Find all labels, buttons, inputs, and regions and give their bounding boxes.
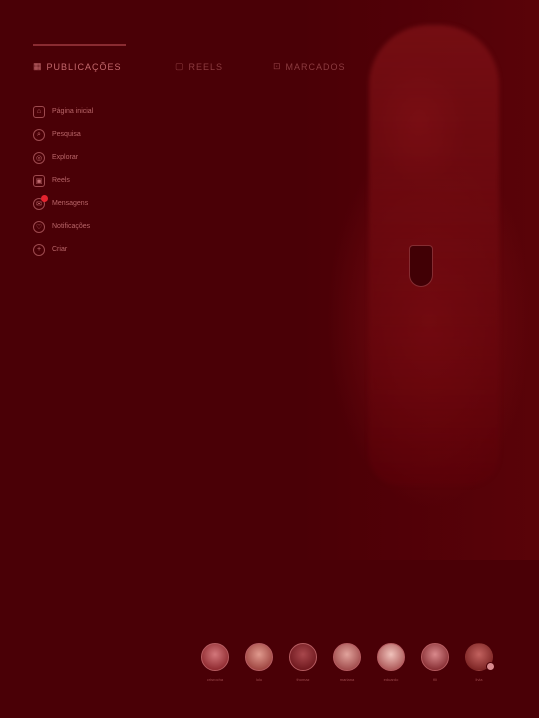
profile-photo: [299, 0, 539, 560]
menu-item-label: Reels: [52, 177, 70, 184]
story-item[interactable]: mariana: [330, 643, 364, 693]
menu-item-search[interactable]: ⌕ Pesquisa: [33, 123, 93, 146]
menu-item-label: Página inicial: [52, 108, 94, 115]
story-name: fili: [433, 677, 437, 682]
tab-publicacoes[interactable]: ▦ PUBLICAÇÕES: [33, 61, 122, 72]
story-name: thomaz: [296, 677, 310, 682]
avatar: [333, 643, 361, 671]
tab-label: REELS: [188, 61, 224, 72]
wine-glass: [409, 245, 433, 287]
avatar: [289, 643, 317, 671]
heart-icon: ♡: [33, 220, 45, 233]
story-item[interactable]: thomaz: [286, 643, 320, 693]
notification-badge: [41, 194, 48, 202]
story-item[interactable]: eduardo: [374, 643, 408, 693]
menu-item-messages[interactable]: ✉ Mensagens: [33, 192, 93, 215]
avatar: [465, 643, 495, 671]
tag-icon: ⊡: [273, 61, 282, 71]
active-tab-indicator: [33, 44, 126, 46]
plus-icon: +: [33, 243, 45, 256]
story-name: mariana: [339, 677, 355, 682]
story-item[interactable]: fili: [418, 643, 452, 693]
reels-icon: ▣: [33, 174, 45, 187]
home-icon: ⌂: [33, 105, 45, 118]
tab-marcados[interactable]: ⊡ MARCADOS: [273, 61, 346, 72]
avatar: [421, 643, 449, 671]
menu-item-label: Notificações: [52, 223, 91, 230]
menu-item-notifications[interactable]: ♡ Notificações: [33, 215, 93, 238]
menu-item-explore[interactable]: ◎ Explorar: [33, 146, 93, 169]
tab-label: PUBLICAÇÕES: [46, 61, 122, 72]
side-menu: ⌂ Página inicial ⌕ Pesquisa ◎ Explorar ▣…: [33, 100, 93, 261]
reels-icon: ▢: [175, 61, 185, 71]
message-icon: ✉: [33, 194, 48, 210]
story-item[interactable]: livia: [462, 643, 496, 693]
story-name: lulu: [255, 677, 263, 682]
story-name: livia: [475, 677, 483, 682]
menu-item-label: Criar: [52, 246, 68, 253]
menu-item-label: Explorar: [52, 154, 79, 161]
grid-icon: ▦: [33, 61, 43, 71]
compass-icon: ◎: [33, 151, 45, 164]
person-figure: [369, 25, 499, 485]
avatar: [377, 643, 405, 671]
story-name: eduardo: [383, 677, 399, 682]
tab-label: MARCADOS: [285, 61, 346, 72]
story-name: crisrocha: [206, 677, 224, 682]
menu-item-label: Mensagens: [52, 200, 89, 207]
tab-reels[interactable]: ▢ REELS: [175, 61, 223, 72]
avatar: [245, 643, 273, 671]
story-item[interactable]: lulu: [242, 643, 276, 693]
profile-tabs: ▦ PUBLICAÇÕES ▢ REELS ⊡ MARCADOS: [33, 61, 363, 77]
menu-item-create[interactable]: + Criar: [33, 238, 93, 261]
search-icon: ⌕: [33, 128, 45, 141]
menu-item-label: Pesquisa: [52, 131, 81, 138]
add-story-icon: [486, 662, 495, 671]
avatar: [201, 643, 229, 671]
story-item[interactable]: crisrocha: [198, 643, 232, 693]
menu-item-reels[interactable]: ▣ Reels: [33, 169, 93, 192]
stories-bar: crisrocha lulu thomaz mariana eduardo fi…: [198, 643, 498, 693]
menu-item-home[interactable]: ⌂ Página inicial: [33, 100, 93, 123]
